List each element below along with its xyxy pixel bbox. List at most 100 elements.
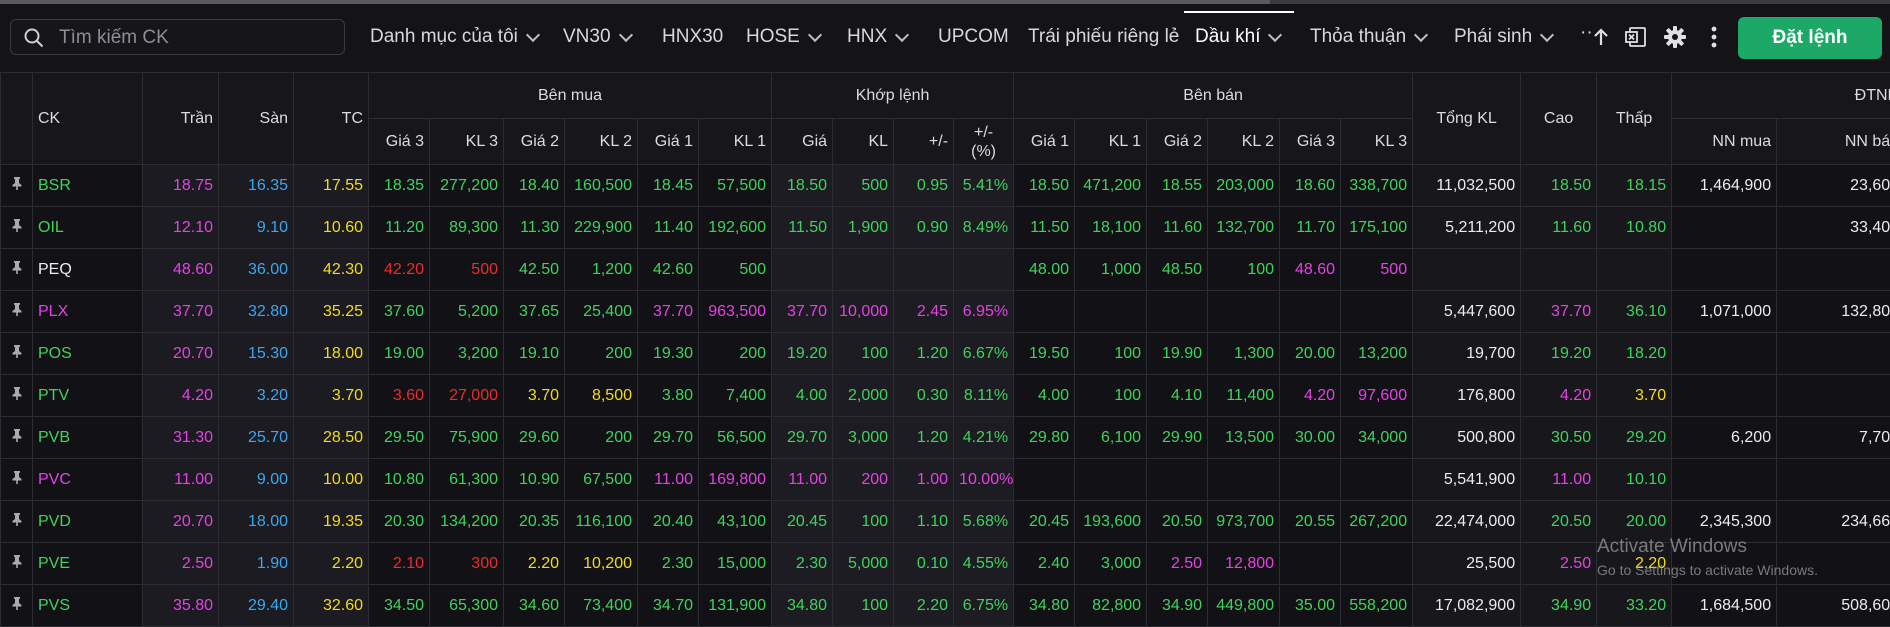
total-volume[interactable]: 500,800 <box>1413 417 1521 459</box>
bid-price[interactable]: 34.50 <box>369 585 430 627</box>
low-price[interactable] <box>1597 249 1672 291</box>
low-price[interactable]: 33.20 <box>1597 585 1672 627</box>
high-price[interactable]: 19.20 <box>1521 333 1597 375</box>
match-price[interactable]: 11.00 <box>772 459 833 501</box>
stock-symbol[interactable]: BSR <box>33 165 143 207</box>
bid-price[interactable]: 34.60 <box>504 585 565 627</box>
bid-price[interactable]: 29.70 <box>638 417 699 459</box>
scroll-top-icon[interactable] <box>1586 22 1616 52</box>
chevron-down-icon[interactable] <box>526 27 540 41</box>
ask-price[interactable]: 35.00 <box>1280 585 1341 627</box>
match-change-pct[interactable]: 5.68% <box>954 501 1014 543</box>
bid-price[interactable]: 42.50 <box>504 249 565 291</box>
ask-price[interactable]: 29.90 <box>1147 417 1208 459</box>
match-change[interactable]: 1.00 <box>894 459 954 501</box>
total-volume[interactable]: 19,700 <box>1413 333 1521 375</box>
match-change[interactable]: 0.30 <box>894 375 954 417</box>
bid-price[interactable]: 20.30 <box>369 501 430 543</box>
low-price[interactable]: 18.15 <box>1597 165 1672 207</box>
bid-volume[interactable]: 192,600 <box>699 207 772 249</box>
col-sell-vol2[interactable]: KL 2 <box>1208 119 1280 165</box>
ask-volume[interactable]: 6,100 <box>1075 417 1147 459</box>
match-volume[interactable]: 1,900 <box>833 207 894 249</box>
foreign-sell[interactable]: 7,700 <box>1777 417 1890 459</box>
ask-price[interactable]: 11.60 <box>1147 207 1208 249</box>
ask-volume[interactable]: 449,800 <box>1208 585 1280 627</box>
match-change-pct[interactable]: 8.49% <box>954 207 1014 249</box>
nav-tab-danh-mục-của-tôi[interactable]: Danh mục của tôi <box>370 22 538 52</box>
place-order-button[interactable]: Đặt lệnh <box>1738 17 1882 59</box>
ask-volume[interactable] <box>1075 291 1147 333</box>
ask-volume[interactable]: 100 <box>1075 375 1147 417</box>
ask-volume[interactable]: 203,000 <box>1208 165 1280 207</box>
match-change-pct[interactable]: 6.95% <box>954 291 1014 333</box>
total-volume[interactable]: 25,500 <box>1413 543 1521 585</box>
ask-price[interactable]: 11.50 <box>1014 207 1075 249</box>
bid-price[interactable]: 18.40 <box>504 165 565 207</box>
bid-volume[interactable]: 500 <box>430 249 504 291</box>
pin-icon[interactable] <box>1 543 33 585</box>
match-change[interactable] <box>894 249 954 291</box>
ask-price[interactable] <box>1280 543 1341 585</box>
ask-price[interactable]: 20.00 <box>1280 333 1341 375</box>
ask-price[interactable]: 20.50 <box>1147 501 1208 543</box>
bid-volume[interactable]: 56,500 <box>699 417 772 459</box>
ask-volume[interactable]: 13,200 <box>1341 333 1413 375</box>
match-volume[interactable] <box>833 249 894 291</box>
floor-price[interactable]: 29.40 <box>219 585 294 627</box>
ref-price[interactable]: 10.00 <box>294 459 369 501</box>
ceil-price[interactable]: 20.70 <box>143 501 219 543</box>
ref-price[interactable]: 19.35 <box>294 501 369 543</box>
low-price[interactable]: 18.20 <box>1597 333 1672 375</box>
high-price[interactable]: 4.20 <box>1521 375 1597 417</box>
table-row[interactable]: BSR18.7516.3517.5518.35277,20018.40160,5… <box>1 165 1890 207</box>
ask-volume[interactable]: 500 <box>1341 249 1413 291</box>
foreign-sell[interactable]: 508,600 <box>1777 585 1890 627</box>
foreign-buy[interactable] <box>1672 207 1777 249</box>
bid-volume[interactable]: 67,500 <box>565 459 638 501</box>
table-row[interactable]: POS20.7015.3018.0019.003,20019.1020019.3… <box>1 333 1890 375</box>
ask-volume[interactable]: 100 <box>1075 333 1147 375</box>
col-buy-vol2[interactable]: KL 2 <box>565 119 638 165</box>
match-price[interactable]: 37.70 <box>772 291 833 333</box>
ask-price[interactable]: 20.45 <box>1014 501 1075 543</box>
bid-price[interactable]: 42.60 <box>638 249 699 291</box>
bid-price[interactable]: 19.10 <box>504 333 565 375</box>
match-price[interactable]: 4.00 <box>772 375 833 417</box>
foreign-sell[interactable] <box>1777 459 1890 501</box>
ask-volume[interactable]: 267,200 <box>1341 501 1413 543</box>
low-price[interactable]: 10.80 <box>1597 207 1672 249</box>
match-change-pct[interactable]: 5.41% <box>954 165 1014 207</box>
ask-volume[interactable]: 973,700 <box>1208 501 1280 543</box>
high-price[interactable] <box>1521 249 1597 291</box>
foreign-sell[interactable]: 23,600 <box>1777 165 1890 207</box>
stock-symbol[interactable]: PLX <box>33 291 143 333</box>
ask-volume[interactable]: 1,300 <box>1208 333 1280 375</box>
col-match-pct[interactable]: +/- (%) <box>954 119 1014 165</box>
match-volume[interactable]: 500 <box>833 165 894 207</box>
ask-price[interactable]: 18.60 <box>1280 165 1341 207</box>
total-volume[interactable]: 22,474,000 <box>1413 501 1521 543</box>
low-price[interactable]: 3.70 <box>1597 375 1672 417</box>
settings-gear-icon[interactable] <box>1660 22 1690 52</box>
bid-price[interactable]: 19.00 <box>369 333 430 375</box>
match-change-pct[interactable]: 6.67% <box>954 333 1014 375</box>
low-price[interactable]: 29.20 <box>1597 417 1672 459</box>
foreign-sell[interactable]: 132,804 <box>1777 291 1890 333</box>
bid-price[interactable]: 42.20 <box>369 249 430 291</box>
bid-volume[interactable]: 7,400 <box>699 375 772 417</box>
stock-symbol[interactable]: PVS <box>33 585 143 627</box>
total-volume[interactable]: 11,032,500 <box>1413 165 1521 207</box>
ask-volume[interactable]: 82,800 <box>1075 585 1147 627</box>
nav-tab-dầu-khí[interactable]: Dầu khí <box>1195 22 1280 52</box>
bid-price[interactable]: 37.70 <box>638 291 699 333</box>
bid-volume[interactable]: 5,200 <box>430 291 504 333</box>
browser-scrollbar[interactable] <box>0 0 1890 4</box>
col-buy-vol1[interactable]: KL 1 <box>699 119 772 165</box>
match-price[interactable] <box>772 249 833 291</box>
col-nn-buy[interactable]: NN mua <box>1672 119 1777 165</box>
col-sell-price1[interactable]: Giá 1 <box>1014 119 1075 165</box>
bid-volume[interactable]: 10,200 <box>565 543 638 585</box>
table-row[interactable]: OIL12.109.1010.6011.2089,30011.30229,900… <box>1 207 1890 249</box>
col-match-price[interactable]: Giá <box>772 119 833 165</box>
